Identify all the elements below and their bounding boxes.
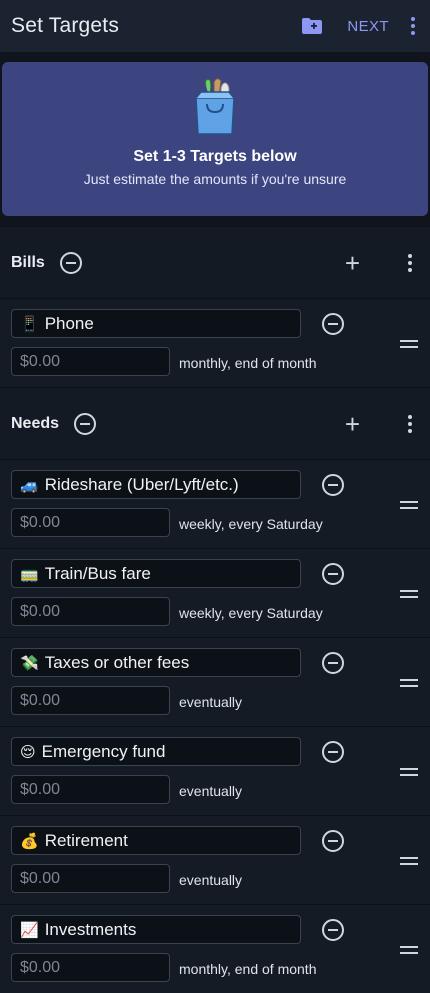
remove-circle-icon[interactable] bbox=[322, 652, 344, 674]
more-vert-icon[interactable] bbox=[411, 17, 415, 35]
target-name-field[interactable]: 🚃 Train/Bus fare bbox=[11, 559, 301, 588]
target-emoji: 🚙 bbox=[20, 476, 39, 494]
section-header-bills: Bills + bbox=[0, 226, 430, 298]
app-bar: Set Targets NEXT bbox=[0, 0, 430, 52]
target-name-field[interactable]: 💰 Retirement bbox=[11, 826, 301, 855]
remove-circle-icon[interactable] bbox=[322, 919, 344, 941]
target-name-field[interactable]: 📈 Investments bbox=[11, 915, 301, 944]
target-name: Retirement bbox=[44, 830, 128, 850]
drag-handle-icon[interactable] bbox=[400, 679, 418, 687]
grocery-bag-icon bbox=[195, 78, 235, 135]
amount-field[interactable]: $0.00 bbox=[11, 864, 170, 893]
target-item-emergency-fund: 😌 Emergency fund $0.00 eventually bbox=[0, 726, 430, 815]
more-vert-icon[interactable] bbox=[408, 414, 412, 433]
target-emoji: 😌 bbox=[20, 743, 36, 761]
target-name-field[interactable]: 💸 Taxes or other fees bbox=[11, 648, 301, 677]
amount-field[interactable]: $0.00 bbox=[11, 775, 170, 804]
schedule-text[interactable]: eventually bbox=[179, 783, 242, 799]
schedule-text[interactable]: weekly, every Saturday bbox=[179, 605, 323, 621]
target-emoji: 🚃 bbox=[20, 565, 39, 583]
remove-circle-icon[interactable] bbox=[74, 412, 97, 435]
target-emoji: 💰 bbox=[20, 832, 39, 850]
remove-circle-icon[interactable] bbox=[322, 563, 344, 585]
section-title: Bills bbox=[11, 253, 45, 271]
amount-field[interactable]: $0.00 bbox=[11, 953, 170, 982]
target-emoji: 📱 bbox=[20, 315, 39, 333]
remove-circle-icon[interactable] bbox=[322, 474, 344, 496]
amount-field[interactable]: $0.00 bbox=[11, 686, 170, 715]
drag-handle-icon[interactable] bbox=[400, 946, 418, 954]
info-banner: Set 1-3 Targets below Just estimate the … bbox=[2, 62, 428, 216]
more-vert-icon[interactable] bbox=[408, 253, 412, 272]
remove-circle-icon[interactable] bbox=[322, 313, 344, 335]
schedule-text[interactable]: monthly, end of month bbox=[179, 355, 316, 371]
target-name: Phone bbox=[44, 313, 94, 333]
drag-handle-icon[interactable] bbox=[400, 768, 418, 776]
target-item-investments: 📈 Investments $0.00 monthly, end of mont… bbox=[0, 904, 430, 993]
amount-field[interactable]: $0.00 bbox=[11, 597, 170, 626]
target-item-retirement: 💰 Retirement $0.00 eventually bbox=[0, 815, 430, 904]
target-emoji: 📈 bbox=[20, 921, 39, 939]
target-item-phone: 📱 Phone $0.00 monthly, end of month bbox=[0, 298, 430, 387]
folder-add-icon[interactable] bbox=[301, 17, 323, 35]
banner-headline: Set 1-3 Targets below bbox=[133, 148, 297, 165]
target-emoji: 💸 bbox=[20, 654, 39, 672]
target-name-field[interactable]: 🚙 Rideshare (Uber/Lyft/etc.) bbox=[11, 470, 301, 499]
amount-field[interactable]: $0.00 bbox=[11, 508, 170, 537]
schedule-text[interactable]: eventually bbox=[179, 694, 242, 710]
remove-circle-icon[interactable] bbox=[322, 830, 344, 852]
remove-circle-icon[interactable] bbox=[322, 741, 344, 763]
page-title: Set Targets bbox=[11, 14, 120, 37]
target-name: Rideshare (Uber/Lyft/etc.) bbox=[44, 474, 239, 494]
target-name: Investments bbox=[44, 919, 137, 939]
drag-handle-icon[interactable] bbox=[400, 590, 418, 598]
add-icon[interactable]: + bbox=[345, 250, 360, 276]
target-name: Taxes or other fees bbox=[44, 652, 190, 672]
target-name: Emergency fund bbox=[41, 741, 166, 761]
schedule-text[interactable]: monthly, end of month bbox=[179, 961, 316, 977]
banner-subtext: Just estimate the amounts if you're unsu… bbox=[83, 171, 347, 187]
next-button[interactable]: NEXT bbox=[347, 18, 389, 35]
add-icon[interactable]: + bbox=[345, 411, 360, 437]
section-title: Needs bbox=[11, 414, 60, 432]
amount-field[interactable]: $0.00 bbox=[11, 347, 170, 376]
drag-handle-icon[interactable] bbox=[400, 501, 418, 509]
target-item-train-bus: 🚃 Train/Bus fare $0.00 weekly, every Sat… bbox=[0, 548, 430, 637]
remove-circle-icon[interactable] bbox=[59, 251, 82, 274]
target-name-field[interactable]: 📱 Phone bbox=[11, 309, 301, 338]
target-name-field[interactable]: 😌 Emergency fund bbox=[11, 737, 301, 766]
drag-handle-icon[interactable] bbox=[400, 340, 418, 348]
target-item-taxes: 💸 Taxes or other fees $0.00 eventually bbox=[0, 637, 430, 726]
schedule-text[interactable]: eventually bbox=[179, 872, 242, 888]
target-item-rideshare: 🚙 Rideshare (Uber/Lyft/etc.) $0.00 weekl… bbox=[0, 459, 430, 548]
drag-handle-icon[interactable] bbox=[400, 857, 418, 865]
schedule-text[interactable]: weekly, every Saturday bbox=[179, 516, 323, 532]
target-name: Train/Bus fare bbox=[44, 563, 151, 583]
section-header-needs: Needs + bbox=[0, 387, 430, 459]
